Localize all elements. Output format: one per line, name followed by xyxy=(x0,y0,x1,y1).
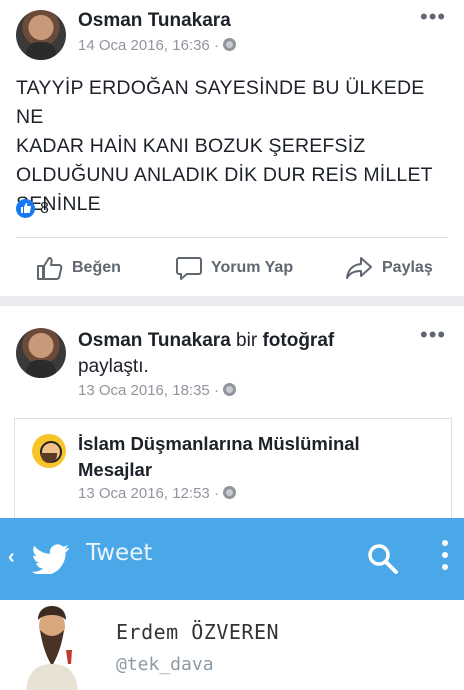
page-avatar[interactable] xyxy=(32,434,66,468)
like-button[interactable]: Beğen xyxy=(36,252,121,284)
timestamp-text[interactable]: 13 Oca 2016, 18:35 · xyxy=(78,382,223,399)
page-name-line: Mesajlar xyxy=(78,459,153,480)
tweet-author-handle[interactable]: @tek_dava xyxy=(116,654,214,675)
more-options-icon[interactable]: ••• xyxy=(420,4,446,30)
globe-icon xyxy=(223,383,237,396)
post-text-line: OLDUĞUNU ANLADIK DİK DUR REİS MİLLET xyxy=(16,164,433,186)
shared-page-name[interactable]: İslam Düşmanlarına Müslüminal Mesajlar xyxy=(78,431,438,483)
more-options-icon[interactable]: ••• xyxy=(420,322,446,348)
thumbs-up-icon xyxy=(37,257,63,280)
post-timestamp[interactable]: 14 Oca 2016, 16:36 · xyxy=(78,37,237,54)
share-arrow-icon xyxy=(346,257,372,279)
share-label: Paylaş xyxy=(382,259,433,276)
like-reaction-icon xyxy=(16,199,35,218)
search-icon[interactable] xyxy=(366,542,400,576)
timestamp-text[interactable]: 14 Oca 2016, 16:36 · xyxy=(78,37,223,54)
shared-verb: bir xyxy=(230,330,263,351)
reaction-count: 8 xyxy=(40,199,49,217)
twitter-bird-icon xyxy=(32,544,70,574)
timestamp-text[interactable]: 13 Oca 2016, 12:53 · xyxy=(78,485,223,502)
shared-verb-end: paylaştı. xyxy=(78,356,149,377)
photo-link[interactable]: fotoğraf xyxy=(262,330,334,351)
post-text-line: TAYYİP ERDOĞAN SAYESİNDE BU ÜLKEDE NE xyxy=(16,77,425,128)
shared-timestamp[interactable]: 13 Oca 2016, 12:53 · xyxy=(78,485,237,502)
divider xyxy=(16,237,448,238)
author-avatar[interactable] xyxy=(16,328,66,378)
post-text-line: KADAR HAİN KANI BOZUK ŞEREFSİZ xyxy=(16,135,366,157)
post-author-name[interactable]: Osman Tunakara xyxy=(78,10,231,32)
globe-icon xyxy=(223,38,237,51)
feed-separator xyxy=(0,296,464,306)
overflow-menu-icon[interactable] xyxy=(442,540,448,570)
comment-label: Yorum Yap xyxy=(211,259,294,276)
comment-button[interactable]: Yorum Yap xyxy=(175,252,293,284)
post-body: TAYYİP ERDOĞAN SAYESİNDE BU ÜLKEDE NE KA… xyxy=(16,74,446,219)
post-timestamp[interactable]: 13 Oca 2016, 18:35 · xyxy=(78,382,237,399)
back-chevron-icon[interactable]: ‹ xyxy=(8,546,15,569)
globe-icon xyxy=(223,486,237,499)
post-text-line: SENİNLE xyxy=(16,193,101,215)
page-name-line: İslam Düşmanlarına Müslüminal xyxy=(78,433,360,454)
author-avatar[interactable] xyxy=(16,10,66,60)
tweet-author-name[interactable]: Erdem ÖZVEREN xyxy=(116,620,279,644)
like-label: Beğen xyxy=(72,259,121,276)
post-author-name[interactable]: Osman Tunakara xyxy=(78,330,231,351)
tweet-screen-title: Tweet xyxy=(86,540,153,566)
tweet-author-avatar[interactable] xyxy=(16,604,84,690)
comment-bubble-icon xyxy=(176,257,202,280)
reaction-summary[interactable]: 8 xyxy=(16,199,49,218)
share-button[interactable]: Paylaş xyxy=(344,252,433,284)
post-header-text: Osman Tunakara bir fotoğraf paylaştı. xyxy=(78,328,408,380)
